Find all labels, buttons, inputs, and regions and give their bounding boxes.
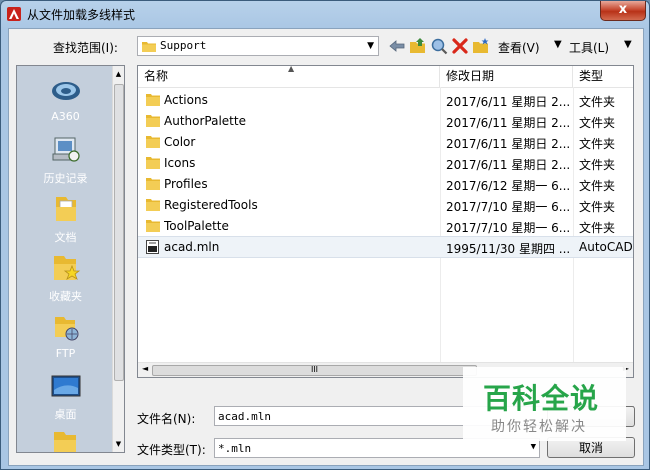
views-menu[interactable]: 查看(V) — [498, 39, 540, 56]
file-list[interactable]: 名称 ▲ 修改日期 类型 Actions 2017/6/11 星期日 2... … — [137, 65, 634, 378]
folder-icon — [50, 428, 82, 452]
place-a360[interactable]: A360 — [17, 74, 114, 123]
place-ftp[interactable]: FTP — [17, 311, 114, 360]
dialog-window: 从文件加载多线样式 x 查找范围(I): Support ▼ 查看(V) ▼ 工… — [0, 0, 650, 470]
folder-icon — [146, 177, 160, 193]
places-list: A360 历史记录 文档 收藏夹 FTP 桌面 — [17, 66, 114, 452]
lookin-value: Support — [160, 39, 207, 52]
new-folder-icon[interactable] — [472, 37, 490, 55]
folder-icon — [146, 135, 160, 151]
list-item[interactable]: Actions 2017/6/11 星期日 2... 文件夹 — [138, 90, 633, 110]
folder-icon — [146, 114, 160, 130]
column-header-type[interactable]: 类型 — [573, 66, 633, 87]
list-item[interactable]: Color 2017/6/11 星期日 2... 文件夹 — [138, 132, 633, 152]
sort-ascending-icon: ▲ — [288, 65, 295, 73]
filetype-value: *.mln — [218, 442, 252, 455]
scroll-left-icon[interactable]: ◄ — [142, 364, 148, 373]
folder-up-icon[interactable] — [409, 37, 427, 55]
list-item[interactable]: Profiles 2017/6/12 星期一 6... 文件夹 — [138, 174, 633, 194]
lookin-combo[interactable]: Support ▼ — [137, 36, 379, 56]
list-item[interactable]: AuthorPalette 2017/6/11 星期日 2... 文件夹 — [138, 111, 633, 131]
place-label: A360 — [51, 110, 80, 123]
list-item-selected[interactable]: acad.mln 1995/11/30 星期四 ... AutoCAD — [138, 236, 633, 258]
search-web-icon[interactable] — [430, 37, 448, 55]
window-title: 从文件加载多线样式 — [27, 8, 136, 22]
place-label: 收藏夹 — [49, 290, 82, 303]
scroll-up-icon[interactable]: ▲ — [114, 68, 123, 80]
scroll-down-icon[interactable]: ▼ — [114, 438, 123, 450]
history-icon — [50, 134, 82, 166]
views-chevron-down-icon[interactable]: ▼ — [554, 39, 562, 50]
filetype-label: 文件类型(T): — [137, 443, 206, 457]
watermark-title: 百科全说 — [483, 382, 600, 415]
place-documents[interactable]: 文档 — [17, 193, 114, 245]
desktop-icon — [50, 370, 82, 402]
scroll-thumb[interactable] — [114, 84, 124, 381]
back-arrow-icon[interactable] — [388, 37, 406, 55]
tools-menu[interactable]: 工具(L) — [569, 39, 609, 56]
filename-label: 文件名(N): — [137, 412, 196, 426]
list-item[interactable]: RegisteredTools 2017/7/10 星期一 6... 文件夹 — [138, 195, 633, 215]
filetype-select[interactable]: *.mln ▼ — [214, 438, 540, 458]
folder-icon — [146, 156, 160, 172]
place-history[interactable]: 历史记录 — [17, 134, 114, 186]
place-desktop[interactable]: 桌面 — [17, 370, 114, 422]
close-icon: x — [618, 2, 628, 17]
place-label: FTP — [55, 347, 76, 360]
scroll-thumb[interactable]: III — [152, 365, 477, 376]
place-more-folder[interactable] — [17, 428, 114, 452]
folder-icon — [142, 40, 156, 55]
filetype-chevron-down-icon: ▼ — [530, 442, 536, 452]
places-bar: A360 历史记录 文档 收藏夹 FTP 桌面 ▲ ▼ — [16, 65, 125, 453]
tools-chevron-down-icon[interactable]: ▼ — [624, 39, 632, 50]
ftp-icon — [50, 311, 82, 343]
list-item[interactable]: ToolPalette 2017/7/10 星期一 6... 文件夹 — [138, 216, 633, 236]
a360-icon — [50, 74, 82, 106]
list-header: 名称 ▲ 修改日期 类型 — [138, 66, 633, 88]
folder-icon — [146, 219, 160, 235]
documents-icon — [50, 193, 82, 225]
title-bar[interactable]: 从文件加载多线样式 x — [1, 1, 649, 27]
place-label: 文档 — [54, 231, 77, 244]
place-label: 桌面 — [54, 408, 77, 421]
mln-file-icon — [146, 240, 159, 257]
folder-icon — [146, 198, 160, 214]
places-scrollbar[interactable]: ▲ ▼ — [112, 66, 124, 452]
autocad-app-icon — [7, 7, 21, 21]
delete-icon[interactable] — [451, 37, 469, 55]
place-favorites[interactable]: 收藏夹 — [17, 252, 114, 304]
list-item[interactable]: Icons 2017/6/11 星期日 2... 文件夹 — [138, 153, 633, 173]
lookin-label: 查找范围(I): — [53, 41, 118, 55]
chevron-down-icon: ▼ — [367, 41, 374, 51]
favorites-icon — [50, 252, 82, 284]
watermark-subtitle: 助你轻松解决 — [491, 419, 587, 435]
watermark-overlay: 百科全说 助你轻松解决 — [463, 367, 626, 441]
close-button[interactable]: x — [600, 1, 646, 21]
column-header-date[interactable]: 修改日期 — [440, 66, 573, 87]
folder-icon — [146, 93, 160, 109]
place-label: 历史记录 — [43, 172, 88, 185]
filename-value: acad.mln — [218, 410, 271, 423]
